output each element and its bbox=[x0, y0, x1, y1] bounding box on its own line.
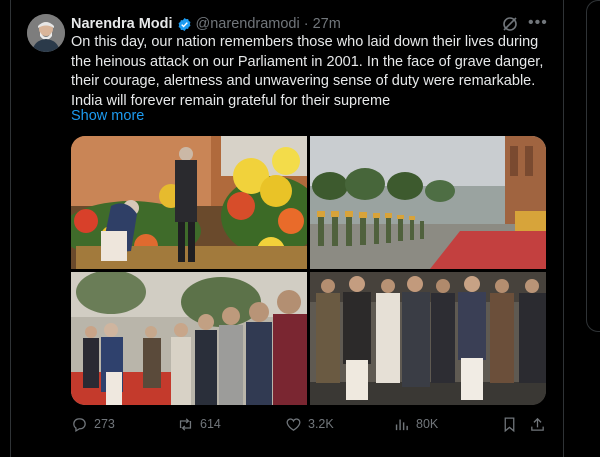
timeline-right-border bbox=[563, 0, 564, 457]
tweet-text: On this day, our nation remembers those … bbox=[71, 33, 556, 111]
reply-icon bbox=[73, 417, 86, 432]
verified-badge-icon bbox=[178, 17, 190, 31]
photo-leaders-standing[interactable] bbox=[310, 272, 546, 405]
views-count: 80K bbox=[416, 417, 439, 431]
separator-dot: · bbox=[303, 16, 309, 32]
sidebar-panel-edge bbox=[586, 0, 600, 332]
timestamp[interactable]: 27m bbox=[313, 16, 341, 32]
author-handle[interactable]: @narendramodi bbox=[196, 16, 300, 32]
tweet-text-line: their courage, alertness and unwavering … bbox=[71, 73, 536, 89]
media-grid bbox=[71, 136, 546, 405]
show-more-link[interactable]: Show more bbox=[71, 108, 144, 124]
heart-icon bbox=[286, 417, 301, 431]
timeline-left-border bbox=[10, 0, 11, 457]
views-button[interactable]: 80K bbox=[393, 414, 438, 434]
share-icon bbox=[531, 417, 544, 431]
reply-count: 273 bbox=[94, 417, 115, 431]
views-icon bbox=[395, 419, 408, 430]
repost-icon bbox=[179, 417, 192, 431]
more-icon[interactable]: ••• bbox=[528, 14, 548, 32]
grok-icon[interactable] bbox=[502, 16, 518, 32]
repost-count: 614 bbox=[200, 417, 221, 431]
tweet-actions: 273 614 3.2K 80K bbox=[71, 414, 551, 434]
repost-button[interactable]: 614 bbox=[177, 414, 221, 434]
avatar[interactable] bbox=[27, 14, 65, 52]
like-count: 3.2K bbox=[308, 417, 334, 431]
photo-floral-tribute[interactable] bbox=[71, 136, 307, 269]
reply-button[interactable]: 273 bbox=[71, 414, 115, 434]
tweet-header: Narendra Modi @narendramodi · 27m bbox=[71, 15, 341, 33]
photo-guard-of-honour[interactable] bbox=[310, 136, 546, 269]
avatar-image bbox=[27, 14, 65, 52]
tweet-text-line: the heinous attack on our Parliament in … bbox=[71, 53, 544, 70]
tweet-text-line: On this day, our nation remembers those … bbox=[71, 34, 539, 50]
bookmark-icon bbox=[504, 416, 515, 432]
bookmark-button[interactable] bbox=[501, 414, 524, 434]
photo-greeting-guests[interactable] bbox=[71, 272, 307, 405]
share-button[interactable] bbox=[529, 414, 552, 434]
author-name[interactable]: Narendra Modi bbox=[71, 16, 173, 32]
like-button[interactable]: 3.2K bbox=[285, 414, 334, 434]
